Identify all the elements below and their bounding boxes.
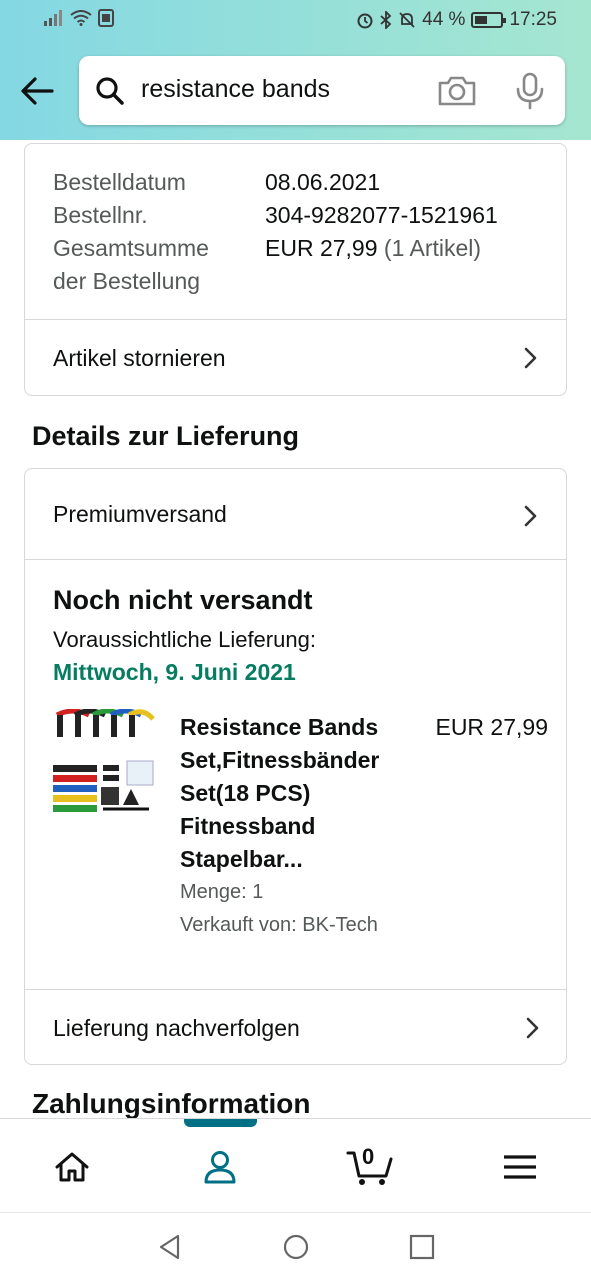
clock: 17:25 [509, 9, 557, 30]
chevron-right-icon [524, 347, 537, 369]
order-date-value: 08.06.2021 [265, 169, 381, 195]
chevron-right-icon [526, 1017, 539, 1039]
shipping-method-row[interactable]: Premiumversand [25, 469, 566, 559]
bluetooth-icon [380, 11, 392, 29]
shipping-method-label: Premiumversand [53, 501, 227, 527]
system-recents-icon[interactable] [408, 1233, 436, 1261]
order-row: Gesamtsumme EUR 27,99 (1 Artikel) [53, 232, 498, 265]
estimated-delivery-label: Voraussichtliche Lieferung: [53, 627, 316, 652]
alarm-icon [357, 13, 373, 29]
product-image[interactable] [53, 709, 157, 813]
product-price: EUR 27,99 [435, 714, 548, 740]
track-delivery-label: Lieferung nachverfolgen [53, 1015, 300, 1041]
shipment-status: Noch nicht versandt [53, 585, 313, 615]
delivery-section-title: Details zur Lieferung [32, 421, 300, 451]
order-details: Bestelldatum 08.06.2021 Bestellnr. 304-9… [53, 166, 498, 298]
menu-icon[interactable] [500, 1147, 540, 1187]
system-navigation [0, 1212, 591, 1280]
battery-percent: 44 % [422, 9, 466, 30]
sim-icon [98, 9, 114, 27]
signal-icon [44, 10, 62, 26]
order-row: Bestelldatum 08.06.2021 [53, 166, 498, 199]
status-bar: 44 % 17:25 [0, 0, 591, 40]
order-date-label: Bestelldatum [53, 169, 186, 195]
order-row: der Bestellung [53, 265, 498, 298]
search-icon [96, 77, 124, 105]
bottom-navigation: 0 [0, 1118, 591, 1212]
app-header: 44 % 17:25 resistance bands [0, 0, 591, 140]
mute-bell-icon [399, 12, 415, 28]
order-total-amount: EUR 27,99 [265, 235, 378, 261]
cancel-items-row[interactable]: Artikel stornieren [25, 320, 566, 396]
chevron-right-icon [524, 505, 537, 527]
wifi-icon [70, 10, 92, 26]
battery-icon [471, 12, 507, 28]
system-back-icon[interactable] [156, 1233, 184, 1261]
home-icon[interactable] [52, 1147, 92, 1187]
track-delivery-row[interactable]: Lieferung nachverfolgen [25, 990, 566, 1064]
account-icon[interactable] [200, 1147, 240, 1187]
delivery-card: Premiumversand Noch nicht versandt Vorau… [24, 468, 567, 1065]
system-home-icon[interactable] [282, 1233, 310, 1261]
active-tab-indicator [184, 1119, 257, 1127]
back-arrow-icon[interactable] [18, 72, 56, 110]
product-title[interactable]: Resistance Bands Set,Fitnessbänder Set(1… [180, 711, 410, 876]
divider [25, 559, 566, 560]
camera-icon[interactable] [437, 73, 477, 109]
order-item-count: (1 Artikel) [383, 235, 482, 261]
product-seller: Verkauft von: BK-Tech [180, 914, 378, 936]
cancel-items-label: Artikel stornieren [53, 345, 226, 371]
search-bar[interactable]: resistance bands [79, 56, 565, 125]
order-total-label-cont: der Bestellung [53, 268, 201, 294]
order-total-label: Gesamtsumme [53, 235, 209, 261]
search-input[interactable]: resistance bands [141, 75, 330, 104]
payment-section-title: Zahlungsinformation [32, 1088, 311, 1119]
estimated-delivery-date: Mittwoch, 9. Juni 2021 [53, 659, 296, 685]
order-total-value: EUR 27,99 (1 Artikel) [265, 232, 481, 265]
order-row: Bestellnr. 304-9282077-1521961 [53, 199, 498, 232]
microphone-icon[interactable] [515, 72, 545, 110]
order-summary-card: Bestelldatum 08.06.2021 Bestellnr. 304-9… [24, 143, 567, 396]
product-quantity: Menge: 1 [180, 881, 264, 903]
order-number-value: 304-9282077-1521961 [265, 202, 498, 228]
cart-count: 0 [362, 1144, 375, 1169]
order-number-label: Bestellnr. [53, 202, 148, 228]
